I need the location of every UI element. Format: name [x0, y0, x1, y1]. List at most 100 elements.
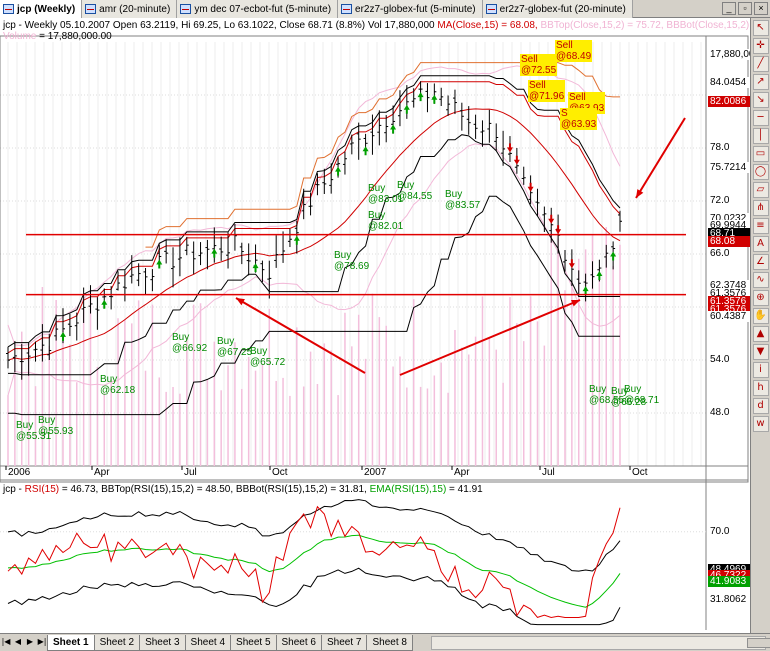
chart-tab-bar: jcp (Weekly) amr (20-minute) ym dec 07-e…	[0, 0, 770, 18]
sheet-bar: |◀ ◀ ▶ ▶| Sheet 1 Sheet 2 Sheet 3 Sheet …	[0, 633, 770, 651]
text-tool-icon[interactable]: A	[752, 236, 769, 252]
down-arrow-tool-icon[interactable]: ▼	[752, 344, 769, 360]
price-axis-label: 75.7214	[708, 162, 750, 174]
first-sheet-button[interactable]: |◀	[0, 636, 12, 649]
prev-sheet-button[interactable]: ◀	[12, 636, 24, 649]
price-legend-bbtop: BBTop(Close,15,2) = 75.72,	[537, 20, 664, 31]
sheet-tab-4[interactable]: Sheet 4	[184, 634, 232, 651]
chart-icon	[3, 4, 14, 14]
line-tool-icon[interactable]: ╱	[752, 56, 769, 72]
rsi-legend-bands: = 46.73, BBTop(RSI(15),15,2) = 48.50, BB…	[59, 484, 370, 495]
buy-signal-label: Buy @82.01	[368, 210, 404, 232]
buy-arrow	[431, 94, 438, 104]
time-axis-label: 2007	[364, 467, 387, 478]
sheet-tab-3[interactable]: Sheet 3	[139, 634, 186, 651]
buy-arrow	[335, 166, 342, 176]
volume-legend-name: Volume	[3, 31, 37, 42]
restore-button[interactable]: ▫	[738, 2, 752, 15]
drawing-toolbar: ↖ ✛ ╱ ↗ ↘ ─ │ ▭ ◯ ▱ ⋔ ≡ A ∠ ∿ ⊕ ✋ ▲ ▼ i h d w	[750, 18, 770, 633]
sell-arrow	[555, 225, 562, 235]
next-sheet-button[interactable]: ▶	[24, 636, 36, 649]
ellipse-tool-icon[interactable]: ◯	[752, 164, 769, 180]
horizontal-scrollbar[interactable]	[430, 635, 770, 650]
erase-tool-icon[interactable]: w	[752, 416, 769, 432]
sell-arrow	[527, 182, 534, 192]
chart-icon	[485, 4, 497, 14]
sell-arrow	[568, 259, 575, 269]
channel-tool-icon[interactable]: ▱	[752, 182, 769, 198]
price-axis-label: 48.0	[710, 407, 730, 418]
price-legend: jcp - Weekly 05.10.2007 Open 63.2119, Hi…	[3, 20, 770, 31]
tab-label: er2z7-globex-fut (20-minute)	[499, 3, 626, 15]
buy-signal-label: Buy @66.92	[172, 332, 208, 354]
buy-tool-icon[interactable]: i	[752, 362, 769, 378]
cycle-tool-icon[interactable]: ∿	[752, 272, 769, 288]
pan-tool-icon[interactable]: ✋	[752, 308, 769, 324]
sheet-tab-6[interactable]: Sheet 6	[275, 634, 322, 651]
buy-signal-label: Buy @67.25	[217, 336, 253, 358]
close-button[interactable]: ×	[754, 2, 768, 15]
buy-arrow	[596, 271, 603, 281]
chart-canvas[interactable]	[0, 18, 750, 633]
sell-tool-icon[interactable]: h	[752, 380, 769, 396]
rsi-axis-label: 31.8062	[708, 593, 750, 605]
vline-tool-icon[interactable]: │	[752, 128, 769, 144]
scrollbar-thumb[interactable]	[746, 637, 770, 648]
rsi-bb-top	[7, 499, 621, 572]
sheet-tab-7[interactable]: Sheet 7	[321, 634, 368, 651]
minimize-button[interactable]: _	[722, 2, 736, 15]
tab-amr-20min[interactable]: amr (20-minute)	[82, 0, 178, 18]
rsi-line	[7, 505, 621, 619]
hline-tool-icon[interactable]: ─	[752, 110, 769, 126]
tab-label: er2z7-globex-fut (5-minute)	[355, 3, 476, 15]
price-axis-label: 68.08	[708, 235, 750, 247]
rsi-ema-line	[7, 534, 621, 608]
rsi-axis-label: 70.0	[710, 525, 730, 537]
sheet-tab-1[interactable]: Sheet 1	[47, 634, 95, 651]
fib-tool-icon[interactable]: ≡	[752, 218, 769, 234]
buy-signal-label: Buy @55.93	[38, 415, 74, 437]
rsi-legend-symbol: jcp -	[3, 484, 25, 495]
price-axis-label: 78.0	[710, 142, 730, 153]
chart-icon	[341, 4, 353, 14]
price-axis-label: 60.4387	[708, 310, 750, 322]
chart-icon	[180, 4, 192, 14]
pitchfork-tool-icon[interactable]: ⋔	[752, 200, 769, 216]
tick-tool-icon[interactable]: d	[752, 398, 769, 414]
tab-jcp-weekly[interactable]: jcp (Weekly)	[0, 0, 83, 18]
gann-tool-icon[interactable]: ∠	[752, 254, 769, 270]
price-legend-ma: MA(Close,15) = 68.08,	[437, 20, 538, 31]
rsi-legend-rsi: RSI(15)	[24, 484, 60, 495]
up-arrow-tool-icon[interactable]: ▲	[752, 326, 769, 342]
cursor-tool-icon[interactable]: ✛	[752, 38, 769, 54]
rsi-bb-bottom	[7, 567, 621, 626]
price-axis-label: 72.0	[710, 195, 730, 206]
time-axis-label: Apr	[94, 467, 110, 478]
price-axis-label: 54.0	[710, 354, 730, 365]
chart-icon	[85, 4, 97, 14]
arrow-tool-icon[interactable]: ↘	[752, 92, 769, 108]
sheet-tab-2[interactable]: Sheet 2	[93, 634, 141, 651]
buy-signal-label: Buy @83.57	[445, 189, 481, 211]
sheet-tab-8[interactable]: Sheet 8	[366, 634, 413, 651]
sell-signal-label: Sell @72.55	[520, 54, 558, 76]
sell-arrow	[513, 155, 520, 165]
tab-er2z7-5min[interactable]: er2z7-globex-fut (5-minute)	[338, 0, 483, 18]
time-axis-label: Jul	[184, 467, 197, 478]
tab-er2z7-20min[interactable]: er2z7-globex-fut (20-minute)	[482, 0, 633, 18]
price-axis-label: 82.0086	[708, 96, 750, 108]
buy-arrow	[417, 92, 424, 102]
rect-tool-icon[interactable]: ▭	[752, 146, 769, 162]
buy-signal-label: Buy @68.71	[624, 384, 660, 406]
sheet-tab-5[interactable]: Sheet 5	[230, 634, 277, 651]
pointer-tool-icon[interactable]: ↖	[752, 20, 769, 36]
rsi-legend-ema: EMA(RSI(15),15)	[369, 484, 447, 495]
price-legend-volume: Volume = 17,880,000.00	[3, 31, 112, 42]
chart-area[interactable]: jcp - Weekly 05.10.2007 Open 63.2119, Hi…	[0, 18, 770, 633]
tab-ym-5min[interactable]: ym dec 07-ecbot-fut (5-minute)	[177, 0, 339, 18]
price-legend-ohlc: jcp - Weekly 05.10.2007 Open 63.2119, Hi…	[3, 20, 438, 31]
price-axis-label: 84.0454	[708, 76, 750, 88]
sell-signal-label: Sell @68.49	[555, 40, 593, 62]
zoom-tool-icon[interactable]: ⊕	[752, 290, 769, 306]
ray-tool-icon[interactable]: ↗	[752, 74, 769, 90]
